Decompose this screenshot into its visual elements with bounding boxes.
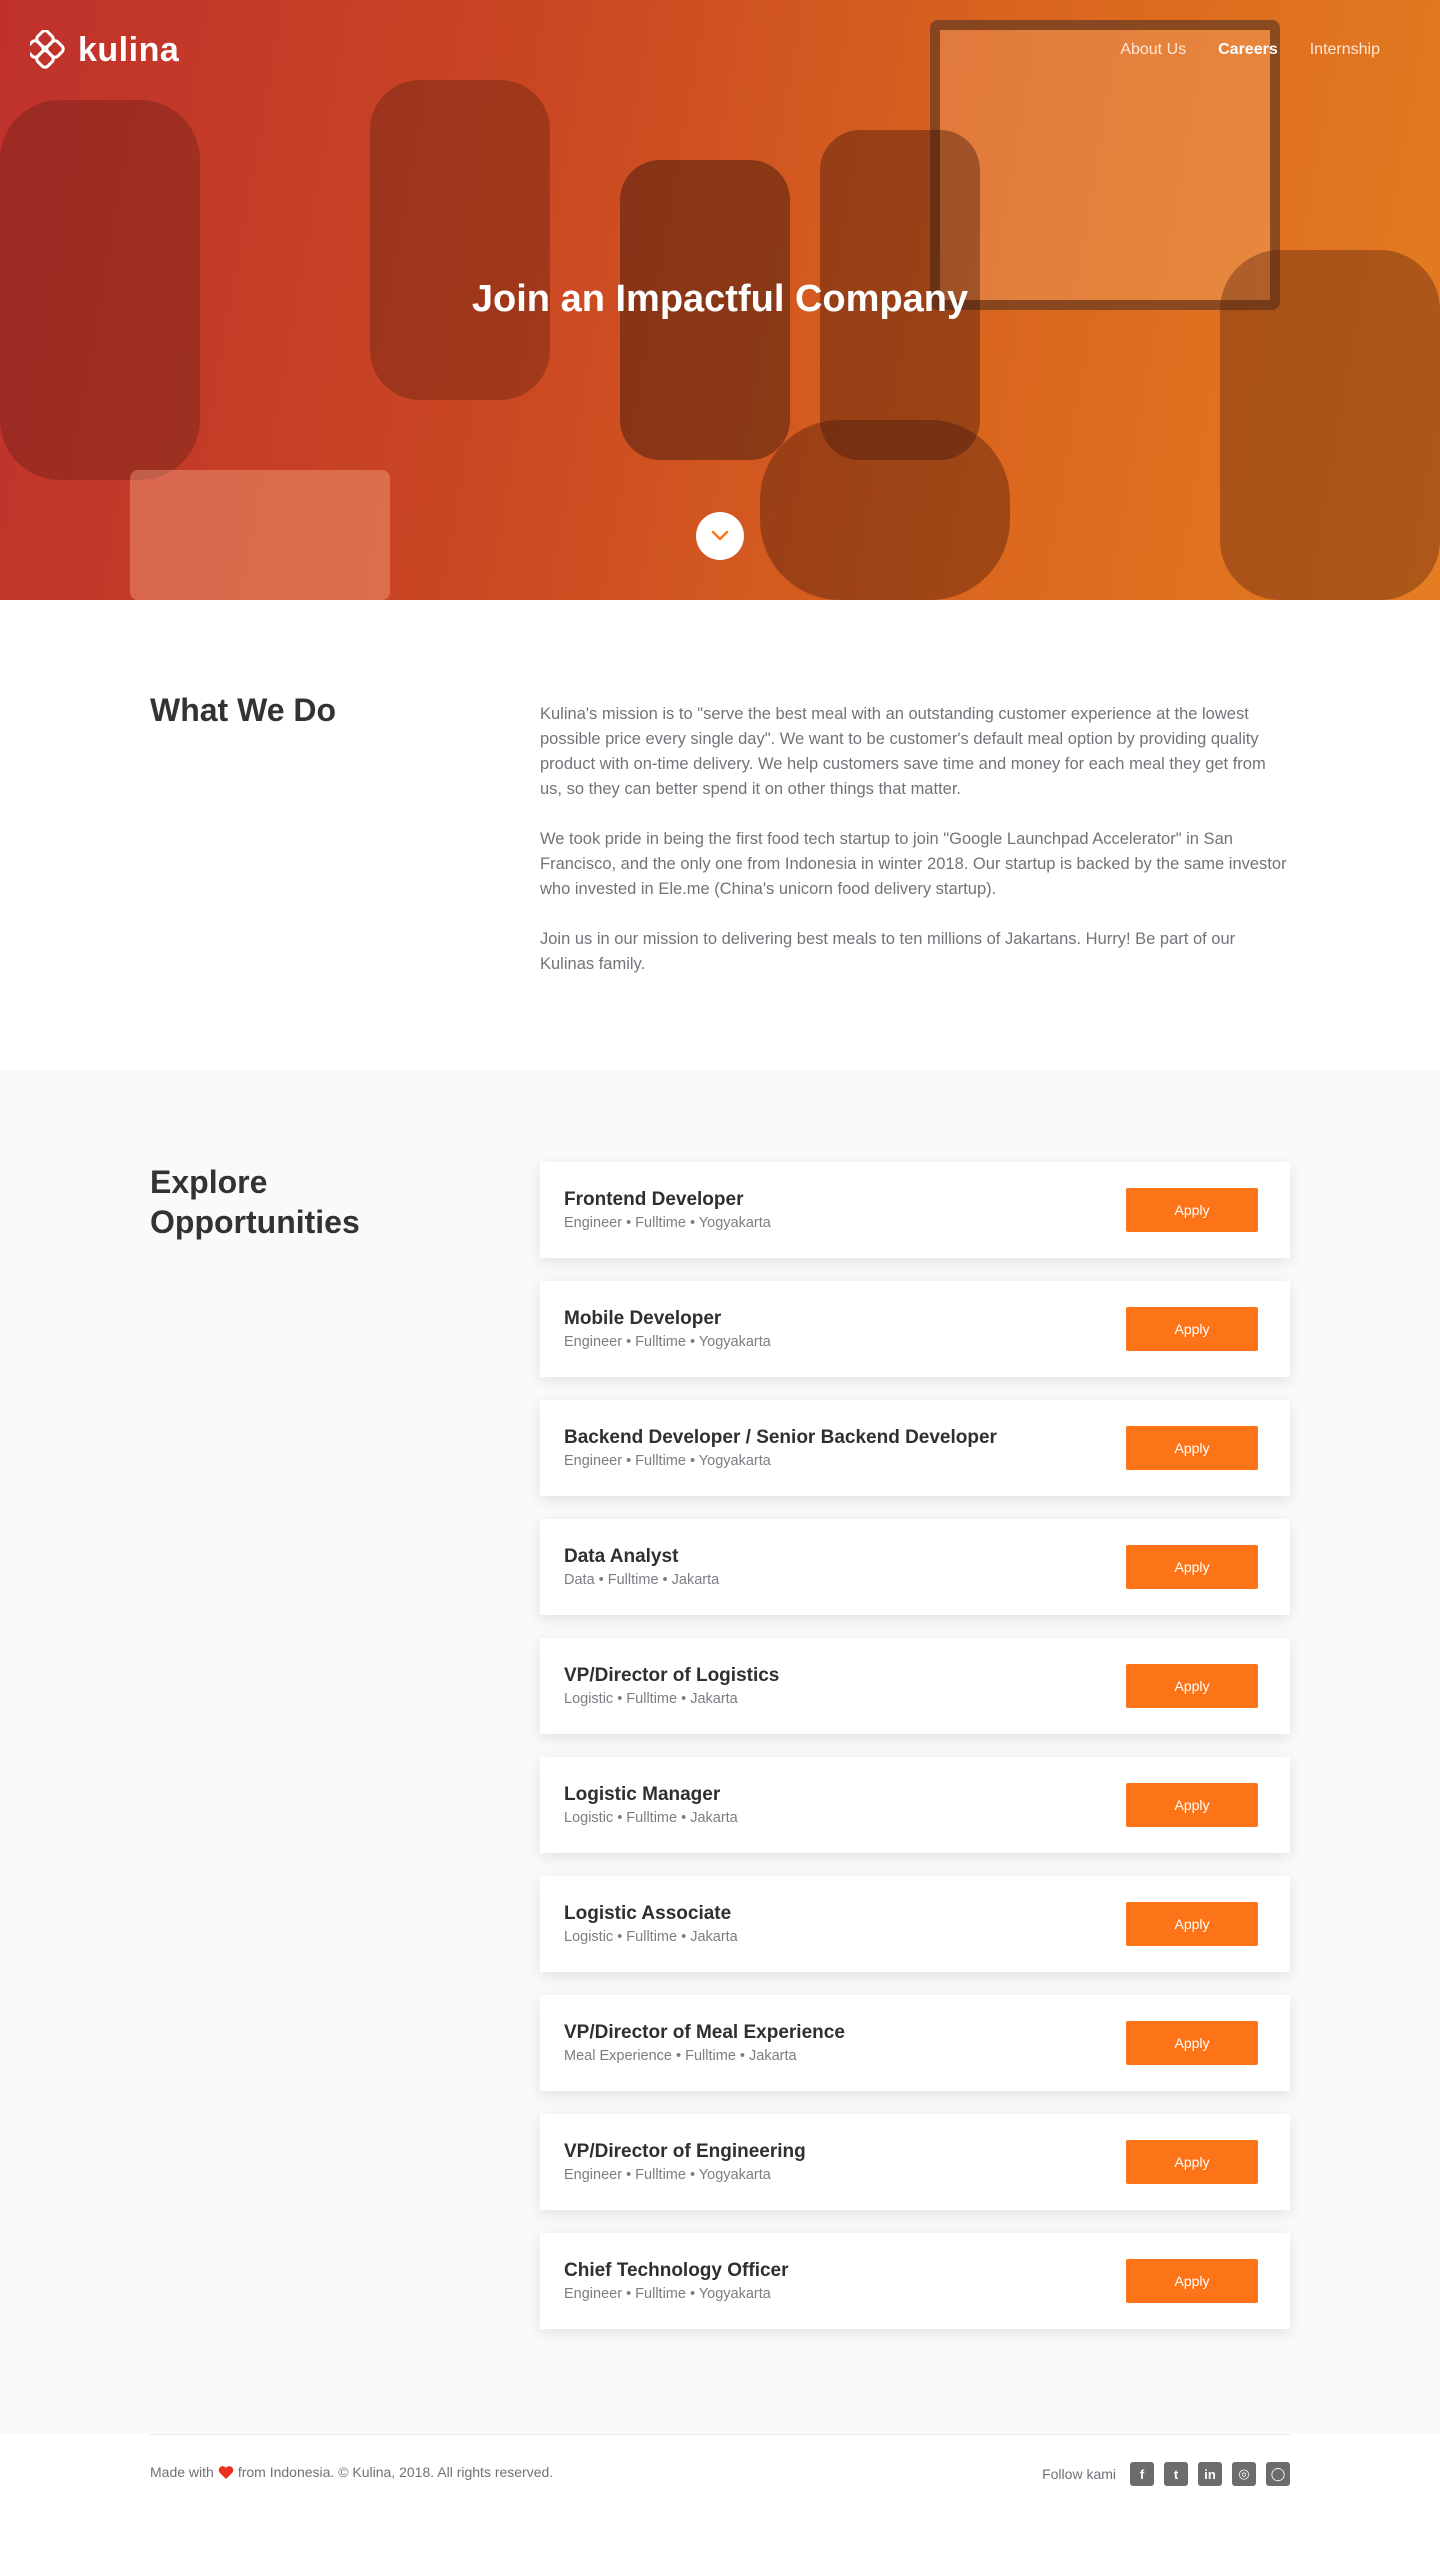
job-meta: Engineer • Fulltime • Yogyakarta	[564, 2167, 771, 2183]
job-info: Frontend Developer Engineer • Fulltime • …	[564, 1189, 771, 1231]
job-card: Logistic Associate Logistic • Fulltime • …	[540, 1876, 1290, 1972]
nav-links: About Us Careers Internship	[1120, 41, 1380, 59]
job-card: Mobile Developer Engineer • Fulltime • Yo…	[540, 1281, 1290, 1377]
job-meta: Logistic • Fulltime • Jakarta	[564, 1929, 738, 1945]
job-info: Chief Technology Officer Engineer • Fullt…	[564, 2260, 789, 2302]
job-info: VP/Director of Engineering Engineer • Ful…	[564, 2141, 806, 2183]
job-title[interactable]: Frontend Developer	[564, 1189, 771, 1211]
job-title[interactable]: VP/Director of Engineering	[564, 2141, 806, 2163]
what-we-do-section: What We Do Kulina's mission is to "serve…	[0, 600, 1440, 1070]
accelerator-paragraph: We took pride in being the first food te…	[540, 830, 1287, 898]
nav-careers[interactable]: Careers	[1218, 41, 1278, 59]
line-icon[interactable]: ◯	[1266, 2462, 1290, 2486]
footer: Made with from Indonesia. © Kulina, 2018…	[0, 2434, 1440, 2564]
job-title[interactable]: Logistic Associate	[564, 1903, 738, 1925]
job-card: VP/Director of Engineering Engineer • Ful…	[540, 2114, 1290, 2210]
social-icons: f t in ◎ ◯	[1130, 2462, 1290, 2486]
heart-icon	[218, 2465, 234, 2479]
kulina-logo[interactable]: kulina	[30, 30, 179, 70]
job-card: Chief Technology Officer Engineer • Fullt…	[540, 2233, 1290, 2329]
job-info: Data Analyst Data • Fulltime • Jakarta	[564, 1546, 719, 1588]
job-meta: Engineer • Fulltime • Yogyakarta	[564, 1215, 771, 1231]
apply-button[interactable]: Apply	[1126, 2021, 1258, 2065]
facebook-icon[interactable]: f	[1130, 2462, 1154, 2486]
job-meta: Engineer • Fulltime • Yogyakarta	[564, 1453, 771, 1469]
job-title[interactable]: Mobile Developer	[564, 1308, 771, 1330]
job-meta: Engineer • Fulltime • Yogyakarta	[564, 1334, 771, 1350]
apply-button[interactable]: Apply	[1126, 1426, 1258, 1470]
footer-divider	[150, 2434, 1290, 2435]
join-paragraph: Join us in our mission to delivering bes…	[540, 930, 1236, 973]
nav-about-us[interactable]: About Us	[1120, 41, 1186, 59]
follow-label: Follow kami	[1042, 2466, 1116, 2482]
job-info: Logistic Manager Logistic • Fulltime • Ja…	[564, 1784, 738, 1826]
apply-button[interactable]: Apply	[1126, 1545, 1258, 1589]
job-card: VP/Director of Logistics Logistic • Fullt…	[540, 1638, 1290, 1734]
kulina-logo-icon	[30, 30, 65, 69]
twitter-icon[interactable]: t	[1164, 2462, 1188, 2486]
scroll-down-button[interactable]	[696, 512, 744, 560]
what-we-do-copy: Kulina's mission is to "serve the best m…	[540, 702, 1290, 1002]
job-info: Mobile Developer Engineer • Fulltime • Yo…	[564, 1308, 771, 1350]
job-card: Frontend Developer Engineer • Fulltime • …	[540, 1162, 1290, 1258]
job-meta: Logistic • Fulltime • Jakarta	[564, 1810, 738, 1826]
apply-button[interactable]: Apply	[1126, 2259, 1258, 2303]
opportunities-heading: Explore Opportunities	[150, 1164, 360, 1240]
job-info: VP/Director of Logistics Logistic • Fullt…	[564, 1665, 779, 1707]
linkedin-icon[interactable]: in	[1198, 2462, 1222, 2486]
copyright-text: from Indonesia. © Kulina, 2018. All righ…	[237, 2464, 554, 2480]
apply-button[interactable]: Apply	[1126, 1783, 1258, 1827]
mission-paragraph: Kulina's mission is to "serve the best m…	[540, 705, 1266, 798]
instagram-icon[interactable]: ◎	[1232, 2462, 1256, 2486]
apply-button[interactable]: Apply	[1126, 2140, 1258, 2184]
job-meta: Logistic • Fulltime • Jakarta	[564, 1691, 738, 1707]
social-links: Follow kami f t in ◎ ◯	[1042, 2462, 1290, 2486]
job-meta: Engineer • Fulltime • Yogyakarta	[564, 2286, 771, 2302]
job-meta: Data • Fulltime • Jakarta	[564, 1572, 720, 1588]
apply-button[interactable]: Apply	[1126, 1664, 1258, 1708]
job-info: VP/Director of Meal Experience Meal Exper…	[564, 2022, 845, 2064]
nav-internship[interactable]: Internship	[1310, 41, 1380, 59]
job-card: VP/Director of Meal Experience Meal Exper…	[540, 1995, 1290, 2091]
job-list: Frontend Developer Engineer • Fulltime • …	[540, 1162, 1290, 2329]
footer-credits: Made with from Indonesia. © Kulina, 2018…	[150, 2464, 553, 2480]
job-info: Logistic Associate Logistic • Fulltime • …	[564, 1903, 738, 1945]
chevron-down-icon	[711, 530, 729, 541]
apply-button[interactable]: Apply	[1126, 1188, 1258, 1232]
job-meta: Meal Experience • Fulltime • Jakarta	[564, 2048, 797, 2064]
apply-button[interactable]: Apply	[1126, 1307, 1258, 1351]
what-we-do-heading: What We Do	[150, 692, 337, 728]
job-title[interactable]: Data Analyst	[564, 1546, 719, 1568]
job-card: Backend Developer / Senior Backend Devel…	[540, 1400, 1290, 1496]
brand-name: kulina	[78, 30, 180, 69]
job-card: Data Analyst Data • Fulltime • Jakarta App…	[540, 1519, 1290, 1615]
hero-title: Join an Impactful Company	[471, 278, 969, 320]
job-title[interactable]: VP/Director of Meal Experience	[564, 2022, 845, 2044]
top-navigation: kulina About Us Careers Internship	[0, 0, 1440, 100]
opportunities-section: Explore Opportunities Frontend Developer…	[0, 1070, 1440, 2434]
job-card: Logistic Manager Logistic • Fulltime • Ja…	[540, 1757, 1290, 1853]
job-title[interactable]: Chief Technology Officer	[564, 2260, 789, 2282]
job-title[interactable]: Backend Developer / Senior Backend Devel…	[564, 1427, 997, 1449]
job-title[interactable]: Logistic Manager	[564, 1784, 738, 1806]
hero-banner: kulina About Us Careers Internship Join …	[0, 0, 1440, 600]
job-info: Backend Developer / Senior Backend Devel…	[564, 1427, 997, 1469]
job-title[interactable]: VP/Director of Logistics	[564, 1665, 779, 1687]
made-with-text: Made with	[150, 2464, 214, 2480]
apply-button[interactable]: Apply	[1126, 1902, 1258, 1946]
